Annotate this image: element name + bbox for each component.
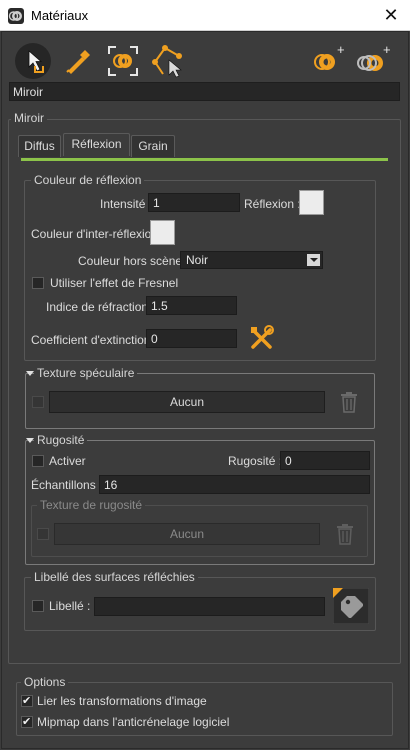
roughness-texture-title: Texture de rugosité: [37, 498, 146, 512]
mipmap-label: Mipmap dans l'anticrénelage logiciel: [37, 715, 230, 729]
intensity-label: Intensité :: [100, 197, 153, 211]
reflection-color-swatch[interactable]: [299, 190, 324, 215]
roughness-texture-button[interactable]: Aucun: [54, 523, 320, 545]
add-multi-material-button[interactable]: +: [355, 42, 393, 80]
refraction-input[interactable]: 1.5: [146, 296, 237, 315]
roughness-label: Rugosité :: [228, 454, 283, 468]
material-group-title: Miroir: [11, 111, 47, 125]
mipmap-checkbox[interactable]: ✔: [21, 716, 33, 728]
options-title: Options: [21, 675, 69, 689]
tab-grain[interactable]: Grain: [131, 135, 175, 157]
add-material-icon: +: [314, 42, 345, 70]
active-tab-indicator: [21, 158, 388, 161]
extinction-input[interactable]: 0: [146, 329, 237, 348]
chevron-down-icon: [307, 254, 320, 266]
roughness-activate-label: Activer: [49, 454, 86, 468]
window-title: Matériaux: [31, 8, 89, 23]
pointer-icon: [15, 43, 51, 79]
reflective-label-input[interactable]: [94, 597, 325, 616]
tab-diffus[interactable]: Diffus: [18, 135, 61, 157]
refraction-label: Indice de réfraction :: [46, 300, 155, 314]
trash-icon: [337, 524, 353, 545]
specular-texture-title: Texture spéculaire: [34, 366, 138, 380]
interreflection-label: Couleur d'inter-réflexion :: [31, 227, 165, 241]
samples-input[interactable]: 16: [99, 475, 370, 494]
path-select-icon: [152, 45, 182, 78]
checkmark-icon: ✔: [22, 716, 32, 728]
link-transforms-checkbox[interactable]: ✔: [21, 695, 33, 707]
plus-icon: +: [337, 42, 345, 57]
path-select-button[interactable]: [149, 42, 187, 80]
roughness-input[interactable]: 0: [280, 451, 370, 470]
roughness-delete-button[interactable]: [335, 523, 355, 545]
roughness-texture-checkbox[interactable]: [37, 528, 49, 540]
title-bar: Matériaux ✕: [0, 0, 410, 31]
link-transforms-label: Lier les transformations d'image: [37, 694, 207, 708]
offscene-select-value: Noir: [186, 253, 209, 267]
reflective-label-label: Libellé :: [49, 599, 91, 613]
reflection-label: Réflexion :: [244, 197, 301, 211]
collapse-triangle-icon[interactable]: [26, 438, 34, 443]
trash-icon: [341, 392, 357, 413]
close-button[interactable]: ✕: [381, 5, 401, 25]
specular-texture-button[interactable]: Aucun: [49, 391, 325, 413]
specular-texture-checkbox[interactable]: [32, 396, 44, 408]
material-name-field[interactable]: Miroir: [9, 82, 400, 101]
eyedropper-button[interactable]: [58, 42, 96, 80]
samples-label: Échantillons :: [31, 478, 103, 492]
intensity-input[interactable]: 1: [148, 193, 240, 212]
focus-material-icon: [108, 46, 138, 76]
add-material-button[interactable]: +: [311, 42, 349, 80]
focus-material-button[interactable]: [104, 42, 142, 80]
specular-delete-button[interactable]: [339, 391, 359, 413]
fresnel-label: Utiliser l'effet de Fresnel: [50, 276, 179, 290]
extinction-label: Coefficient d'extinction :: [31, 333, 158, 347]
reflection-color-title: Couleur de réflexion: [31, 173, 145, 187]
collapse-triangle-icon[interactable]: [26, 371, 34, 376]
offscene-label: Couleur hors scène :: [78, 254, 189, 268]
add-multi-material-icon: +: [357, 42, 391, 71]
tools-icon: [251, 325, 274, 349]
extinction-tools-button[interactable]: [249, 325, 275, 351]
checkmark-icon: ✔: [22, 695, 32, 707]
tab-reflexion[interactable]: Réflexion: [63, 133, 130, 156]
tag-icon: [332, 587, 370, 625]
roughness-activate-checkbox[interactable]: [32, 455, 44, 467]
reflective-label-tag-button[interactable]: [332, 587, 370, 625]
plus-icon: +: [383, 42, 391, 57]
offscene-select[interactable]: Noir: [180, 251, 323, 269]
reflective-label-checkbox[interactable]: [32, 600, 44, 612]
pointer-tool-button[interactable]: [14, 42, 52, 80]
app-icon: [8, 8, 24, 24]
roughness-title: Rugosité: [34, 433, 88, 447]
eyedropper-icon: [66, 50, 90, 74]
reflective-label-title: Libellé des surfaces réfléchies: [31, 570, 198, 584]
interreflection-color-swatch[interactable]: [150, 220, 175, 245]
fresnel-checkbox[interactable]: [32, 277, 44, 289]
